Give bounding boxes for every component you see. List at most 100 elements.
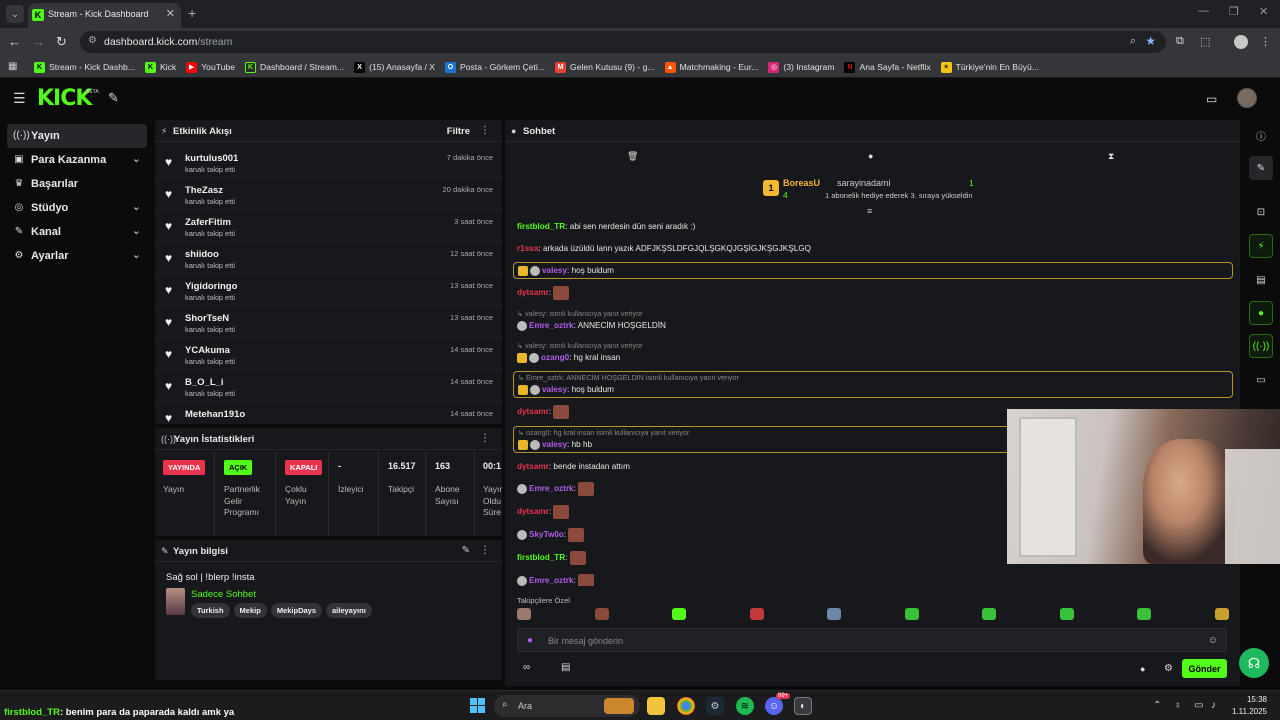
chat-message[interactable]: dytsamr: (513, 284, 1233, 302)
chat-username[interactable]: valesy (542, 440, 567, 449)
bookmark[interactable]: K Kick (144, 61, 176, 73)
volume-icon[interactable]: ♪ (1211, 700, 1216, 711)
chat-username[interactable]: firstblod_TR (517, 222, 565, 231)
chat-username[interactable]: SkyTw0o (529, 530, 564, 539)
obs-icon[interactable]: ◐ (794, 697, 812, 715)
bookmark[interactable]: K Dashboard / Stream... (245, 61, 344, 73)
category-link[interactable]: Sadece Sohbet (191, 589, 256, 600)
activity-user[interactable]: ZaferFitim (185, 217, 231, 228)
chat-username[interactable]: valesy (542, 266, 567, 275)
emote-image[interactable] (553, 286, 570, 300)
forward-icon[interactable]: → (32, 35, 45, 49)
emote-icon[interactable] (1215, 608, 1229, 620)
network-icon[interactable]: ▭ (1194, 700, 1203, 711)
activity-item[interactable]: ♥ ZaferFitim kanalı takip etti 3 saat önce (155, 210, 502, 242)
tag[interactable]: Turkish (191, 603, 230, 618)
trash-icon[interactable]: 🗑 (627, 151, 638, 162)
emote-image[interactable] (568, 528, 585, 542)
activity-item[interactable]: ♥ Metehan191o 14 saat önce (155, 402, 502, 422)
new-tab-button[interactable]: + (188, 5, 196, 21)
pin-icon[interactable]: ✎ (108, 90, 119, 106)
emote-icon[interactable] (1060, 608, 1074, 620)
kick-logo[interactable]: KICK (37, 86, 92, 111)
emote-icon[interactable] (827, 608, 841, 620)
tag[interactable]: aileyayını (326, 603, 372, 618)
sidebar-item-settings[interactable]: ⚙ Ayarlar ⌄ (7, 244, 147, 268)
emote-icon[interactable] (905, 608, 919, 620)
sidebar-item-achievements[interactable]: ♛ Başarılar (7, 172, 147, 196)
chat-message[interactable]: ↳ valesy: isimli kullanıcıya yanıt veriy… (513, 307, 1233, 334)
more-options-icon[interactable]: ⋮ (480, 433, 490, 444)
chat-message[interactable]: Emre_oztrk: (513, 572, 1233, 586)
spotify-icon[interactable]: ≋ (736, 697, 754, 715)
bookmark[interactable]: M Gelen Kutusu (9) - g... (555, 61, 655, 73)
bookmark[interactable]: X (15) Anasayfa / X (354, 61, 435, 73)
chat-message[interactable]: ↳ valesy: isimli kullanıcıya yanıt veriy… (513, 339, 1233, 366)
activity-user[interactable]: B_O_L_i (185, 377, 224, 388)
activity-item[interactable]: ♥ kurtulus001 kanalı takip etti 7 dakika ön… (155, 146, 502, 178)
chat-username[interactable]: dytsamr (517, 462, 549, 471)
chat-message[interactable]: firstblod_TR: abi sen nerdesin dün seni … (513, 218, 1233, 235)
collapse-icon[interactable]: ≡ (867, 206, 872, 216)
bookmark[interactable]: ▶ YouTube (186, 61, 235, 73)
emote-icon[interactable] (672, 608, 686, 620)
browser-menu-icon[interactable]: ⋮ (1260, 35, 1271, 48)
activity-user[interactable]: shiidoo (185, 249, 219, 260)
extensions-puzzle-icon[interactable]: ⬚ (1200, 35, 1210, 48)
chat-input[interactable]: ● Bir mesaj gönderin ☺ (517, 628, 1227, 652)
user-avatar[interactable] (1237, 88, 1257, 108)
chat-message[interactable]: valesy: hoş buldum (513, 262, 1233, 279)
chat-username[interactable]: dytsamr (517, 507, 549, 516)
chat-username[interactable]: dytsamr (517, 288, 549, 297)
site-info-icon[interactable]: ⚙ (88, 35, 97, 46)
activity-user[interactable]: Yigidoringo (185, 281, 237, 292)
apps-grid-icon[interactable]: ▦ (8, 61, 17, 72)
emote-image[interactable] (578, 482, 595, 496)
emote-icon[interactable] (982, 608, 996, 620)
gifter-name[interactable]: BoreasU (783, 178, 820, 188)
bookmark[interactable]: ▲ Matchmaking - Eur... (664, 61, 758, 73)
activity-item[interactable]: ♥ Yigidoringo kanalı takip etti 13 saat önc… (155, 274, 502, 306)
chat-settings-icon[interactable]: ● (1140, 664, 1145, 674)
lightning-icon[interactable]: ⚡ (1249, 234, 1273, 258)
crosshair-icon[interactable]: ⊡ (1249, 200, 1273, 224)
send-button[interactable]: Gönder (1182, 659, 1227, 678)
gear-icon[interactable]: ⚙ (1164, 663, 1173, 674)
sidebar-item-monetization[interactable]: ▣ Para Kazanma ⌄ (7, 148, 147, 172)
emote-image[interactable] (569, 551, 586, 565)
browser-tab-active[interactable]: K Stream - Kick Dashboard ✕ (28, 3, 181, 28)
browser-profile-avatar[interactable] (1234, 35, 1248, 49)
activity-item[interactable]: ♥ shiidoo kanalı takip etti 12 saat önce (155, 242, 502, 274)
reload-icon[interactable]: ↻ (56, 35, 67, 49)
emote-icon[interactable] (750, 608, 764, 620)
chat-username[interactable]: dytsamr (517, 407, 549, 416)
infinity-icon[interactable]: ∞ (523, 662, 530, 673)
recipient-name[interactable]: sarayinadami (837, 178, 891, 188)
chat-message[interactable]: r1ssa: arkada üzüldü lann yazık ADFJKŞSL… (513, 240, 1233, 257)
activity-item[interactable]: ♥ YCAkuma kanalı takip etti 14 saat önce (155, 338, 502, 370)
taskbar-search[interactable]: ⌕ Ara (494, 695, 640, 717)
pencil-icon[interactable]: ✎ (1249, 156, 1273, 180)
activity-user[interactable]: YCAkuma (185, 345, 230, 356)
activity-user[interactable]: TheZasz (185, 185, 223, 196)
bookmark[interactable]: ◎ (3) Instagram (768, 61, 834, 73)
tag[interactable]: Mekip (233, 603, 267, 618)
chat-username[interactable]: r1ssa (517, 244, 538, 253)
microphone-icon[interactable]: ♁ (1174, 700, 1182, 711)
chat-message[interactable]: ↳ Emre_oztrk: ANNECİM HOŞGELDİN isimli k… (513, 371, 1233, 398)
support-headset-icon[interactable]: ☊ (1239, 648, 1269, 678)
back-icon[interactable]: ← (8, 35, 21, 49)
tag[interactable]: MekipDays (270, 603, 322, 618)
activity-user[interactable]: kurtulus001 (185, 153, 238, 164)
more-options-icon[interactable]: ⋮ (480, 545, 490, 556)
file-explorer-icon[interactable] (647, 697, 665, 715)
bookmark[interactable]: K Stream - Kick Dashb... (34, 61, 135, 73)
activity-item[interactable]: ♥ ShorTseN kanalı takip etti 13 saat önce (155, 306, 502, 338)
chat-username[interactable]: Emre_oztrk (529, 321, 574, 330)
zoom-icon[interactable]: ⌕ (1130, 35, 1136, 48)
tab-search-button[interactable]: ⌄ (6, 5, 24, 23)
emote-image[interactable] (553, 505, 570, 519)
broadcast-icon[interactable]: ((·)) (1249, 334, 1273, 358)
chat-username[interactable]: Emre_oztrk (529, 484, 574, 493)
chat-bubble-icon[interactable]: ● (1249, 301, 1273, 325)
